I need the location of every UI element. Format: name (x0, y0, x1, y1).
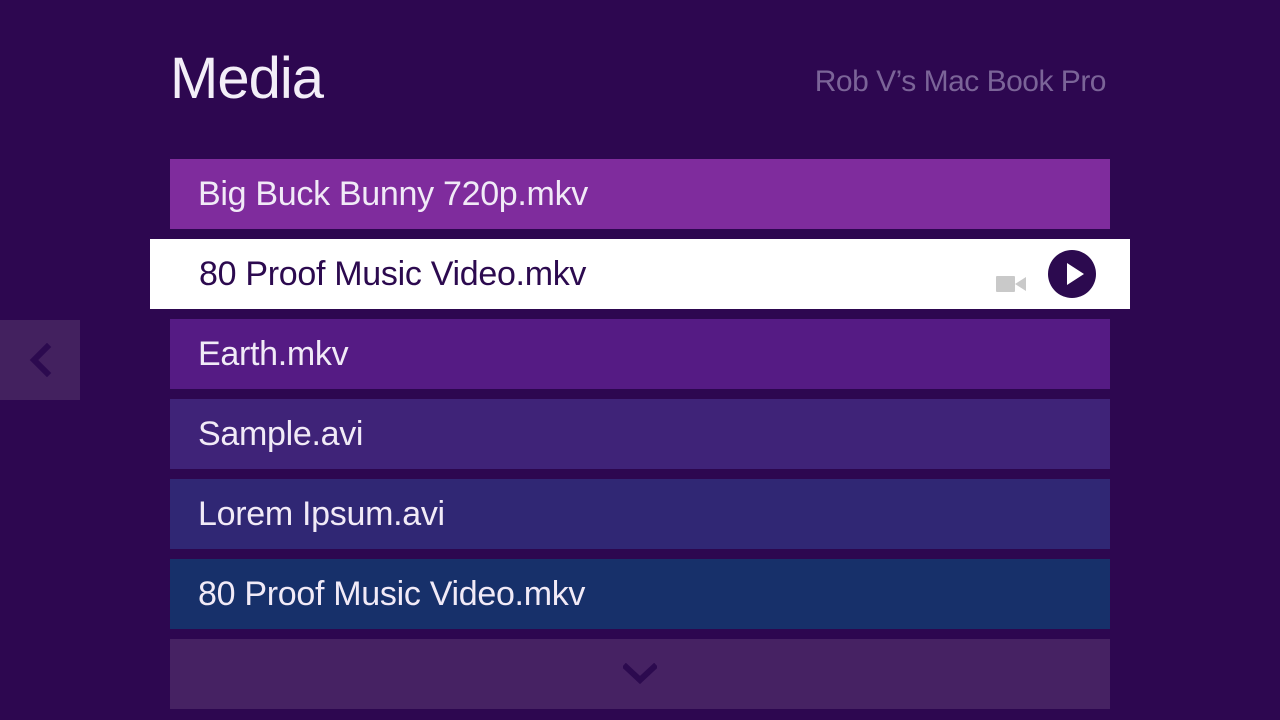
play-icon (1067, 263, 1084, 285)
media-item[interactable]: Earth.mkv (170, 319, 1110, 389)
media-item-label: Sample.avi (198, 414, 364, 453)
video-camera-icon (996, 264, 1026, 292)
media-item-label: 80 Proof Music Video.mkv (199, 254, 587, 293)
media-item[interactable]: Big Buck Bunny 720p.mkv (170, 159, 1110, 229)
scroll-down-button[interactable] (170, 639, 1110, 709)
chevron-down-icon (623, 663, 657, 685)
media-item[interactable]: 80 Proof Music Video.mkv (170, 559, 1110, 629)
media-list: Big Buck Bunny 720p.mkv 80 Proof Music V… (0, 0, 1280, 720)
play-button[interactable] (1048, 250, 1096, 298)
media-item-label: Lorem Ipsum.avi (198, 494, 445, 533)
media-item[interactable]: Lorem Ipsum.avi (170, 479, 1110, 549)
media-item-selected[interactable]: 80 Proof Music Video.mkv (150, 239, 1130, 309)
media-item[interactable]: Sample.avi (170, 399, 1110, 469)
media-item-actions (996, 250, 1096, 298)
back-button[interactable] (0, 320, 80, 400)
media-item-label: Earth.mkv (198, 334, 349, 373)
chevron-left-icon (29, 343, 52, 377)
media-item-label: Big Buck Bunny 720p.mkv (198, 174, 588, 213)
media-item-label: 80 Proof Music Video.mkv (198, 574, 586, 613)
